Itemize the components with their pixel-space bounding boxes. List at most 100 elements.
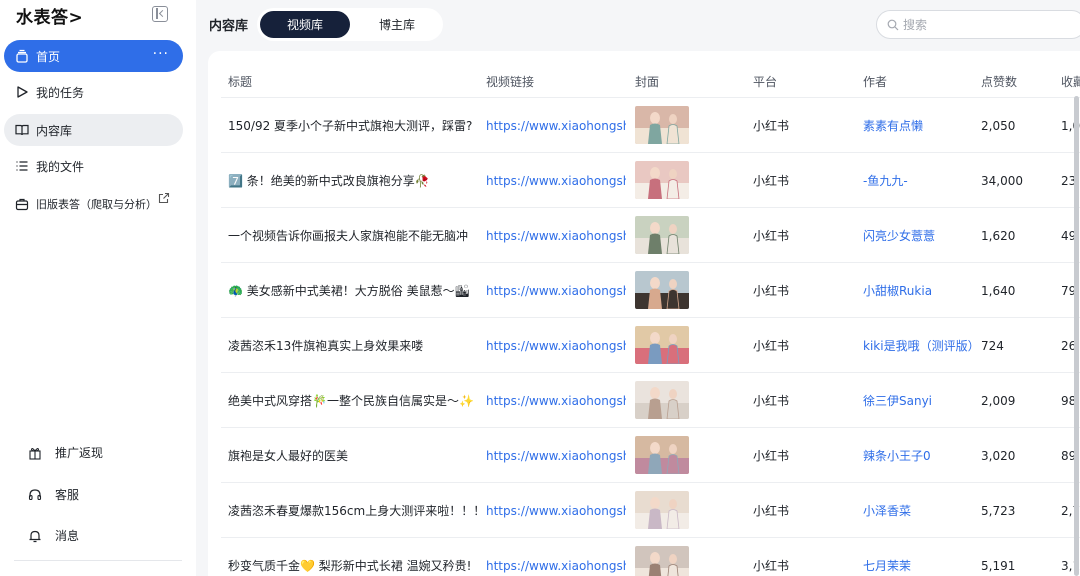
sidebar-item-label: 内容库	[36, 123, 73, 138]
cell-title[interactable]: 旗袍是女人最好的医美	[228, 428, 478, 483]
cell-author[interactable]: 闪亮少女薏薏	[863, 208, 975, 263]
column-header-author[interactable]: 作者	[863, 73, 887, 90]
cell-likes: 3,020	[981, 448, 1016, 463]
cell-likes: 2,009	[981, 393, 1016, 408]
column-header-title[interactable]: 标题	[228, 73, 252, 90]
sidebar-item-label: 客服	[55, 488, 80, 502]
sidebar-item-messages[interactable]: 消息	[28, 527, 79, 544]
cell-platform: 小红书	[753, 559, 790, 573]
headset-icon	[28, 488, 42, 502]
column-header-likes[interactable]: 点赞数	[981, 73, 1017, 90]
search-input[interactable]	[903, 17, 1073, 32]
bell-icon	[28, 529, 42, 543]
cell-video-link[interactable]: https://www.xiaohongshu	[486, 428, 626, 483]
cell-author[interactable]: -鱼九九-	[863, 153, 975, 208]
home-icon	[15, 49, 29, 63]
cell-video-link[interactable]: https://www.xiaohongshu	[486, 153, 626, 208]
cell-video-link[interactable]: https://www.xiaohongshu	[486, 483, 626, 538]
cell-platform: 小红书	[753, 229, 790, 243]
table-row[interactable]: 旗袍是女人最好的医美 https://www.xiaohongshu 小红书 辣条小王…	[221, 427, 1080, 482]
content-table: 标题 视频链接 封面 平台 作者 点赞数 收藏 150/92 夏季小个子新中式旗…	[208, 51, 1080, 576]
cell-platform: 小红书	[753, 119, 790, 133]
tab-blogger-library[interactable]: 博主库	[353, 11, 441, 38]
cell-author[interactable]: 小甜椒Rukia	[863, 263, 975, 318]
external-link-icon[interactable]	[158, 192, 170, 204]
page-title: 内容库	[209, 19, 249, 34]
cover-thumbnail[interactable]	[635, 546, 689, 576]
more-icon[interactable]: ···	[153, 46, 169, 62]
cell-title[interactable]: 绝美中式风穿搭🎋一整个民族自信属实是～✨	[228, 373, 478, 428]
cell-video-link[interactable]: https://www.xiaohongshu	[486, 318, 626, 373]
table-row[interactable]: 凌茜恣禾13件旗袍真实上身效果来喽 https://www.xiaohongshu…	[221, 317, 1080, 372]
column-header-cover[interactable]: 封面	[635, 73, 659, 90]
cover-thumbnail[interactable]	[635, 326, 689, 364]
search-icon	[887, 19, 899, 30]
cell-video-link[interactable]: https://www.xiaohongshu	[486, 208, 626, 263]
collapse-sidebar-icon[interactable]	[152, 6, 168, 22]
cell-platform: 小红书	[753, 449, 790, 463]
cell-likes: 5,191	[981, 558, 1016, 573]
tab-video-library[interactable]: 视频库	[260, 11, 350, 38]
cell-title[interactable]: 一个视频告诉你画报夫人家旗袍能不能无脑冲	[228, 208, 478, 263]
sidebar-item-content-library[interactable]: 内容库	[4, 114, 183, 146]
sidebar-item-legacy[interactable]: 旧版表答（爬取与分析）	[4, 188, 183, 220]
cell-author[interactable]: 徐三伊Sanyi	[863, 373, 975, 428]
sidebar-item-label: 推广返现	[55, 446, 104, 460]
sidebar: 水表答> 首页 ··· 我的任务 内容库 我的文件 旧版表答（爬取与分析） 推广…	[0, 0, 196, 576]
table-row[interactable]: 150/92 夏季小个子新中式旗袍大测评，踩雷? https://www.xiao…	[221, 97, 1080, 152]
cell-title[interactable]: 凌茜恣禾13件旗袍真实上身效果来喽	[228, 318, 478, 373]
cell-title[interactable]: 150/92 夏季小个子新中式旗袍大测评，踩雷?	[228, 98, 478, 153]
column-header-favorites[interactable]: 收藏	[1061, 73, 1080, 90]
table-scrollbar[interactable]	[1074, 96, 1079, 576]
table-row[interactable]: 凌茜恣禾春夏爆款156cm上身大测评来啦！！！ https://www.xiaoh…	[221, 482, 1080, 537]
cell-title[interactable]: 🦚 美女感新中式美裙！大方脱俗 美鼠惹～🏙	[228, 263, 478, 318]
table-row[interactable]: 一个视频告诉你画报夫人家旗袍能不能无脑冲 https://www.xiaohong…	[221, 207, 1080, 262]
library-tabs: 视频库 博主库	[257, 8, 443, 41]
sidebar-item-files[interactable]: 我的文件	[4, 150, 183, 182]
app-logo[interactable]: 水表答>	[16, 4, 83, 28]
table-row[interactable]: 绝美中式风穿搭🎋一整个民族自信属实是～✨ https://www.xiaohong…	[221, 372, 1080, 427]
sidebar-item-label: 我的文件	[36, 159, 85, 174]
cell-author[interactable]: 辣条小王子0	[863, 428, 975, 483]
cell-author[interactable]: 素素有点懒	[863, 98, 975, 153]
search-box[interactable]	[876, 10, 1080, 39]
table-row[interactable]: 🦚 美女感新中式美裙！大方脱俗 美鼠惹～🏙 https://www.xiaohon…	[221, 262, 1080, 317]
cover-thumbnail[interactable]	[635, 491, 689, 529]
table-header: 标题 视频链接 封面 平台 作者 点赞数 收藏	[208, 69, 1080, 93]
cell-likes: 5,723	[981, 503, 1016, 518]
cover-thumbnail[interactable]	[635, 106, 689, 144]
cover-thumbnail[interactable]	[635, 161, 689, 199]
cover-thumbnail[interactable]	[635, 381, 689, 419]
cell-likes: 34,000	[981, 173, 1023, 188]
sidebar-item-home[interactable]: 首页 ···	[4, 40, 183, 72]
sidebar-item-support[interactable]: 客服	[28, 486, 79, 503]
sidebar-item-referral[interactable]: 推广返现	[28, 444, 103, 461]
cover-thumbnail[interactable]	[635, 216, 689, 254]
cell-platform: 小红书	[753, 339, 790, 353]
cell-video-link[interactable]: https://www.xiaohongshu	[486, 538, 626, 576]
cell-video-link[interactable]: https://www.xiaohongshu	[486, 98, 626, 153]
cover-thumbnail[interactable]	[635, 271, 689, 309]
cell-author[interactable]: 七月茉茉	[863, 538, 975, 576]
book-icon	[15, 123, 29, 137]
cover-thumbnail[interactable]	[635, 436, 689, 474]
play-icon	[15, 85, 29, 99]
cell-title[interactable]: 凌茜恣禾春夏爆款156cm上身大测评来啦！！！	[228, 483, 478, 538]
table-row[interactable]: 秒变气质千金💛 梨形新中式长裙 温婉又矜贵! https://www.xiaoho…	[221, 537, 1080, 576]
cell-likes: 1,640	[981, 283, 1016, 298]
cell-author[interactable]: 小泽香菜	[863, 483, 975, 538]
cell-video-link[interactable]: https://www.xiaohongshu	[486, 373, 626, 428]
cell-title[interactable]: 7️⃣ 条！绝美的新中式改良旗袍分享🥀	[228, 153, 478, 208]
column-header-platform[interactable]: 平台	[753, 73, 777, 90]
cell-platform: 小红书	[753, 394, 790, 408]
column-header-link[interactable]: 视频链接	[486, 73, 534, 90]
briefcase-icon	[15, 197, 29, 211]
table-row[interactable]: 7️⃣ 条！绝美的新中式改良旗袍分享🥀 https://www.xiaohongs…	[221, 152, 1080, 207]
sidebar-item-tasks[interactable]: 我的任务	[4, 76, 183, 108]
cell-author[interactable]: kiki是我哦（测评版）	[863, 318, 975, 373]
sidebar-item-label: 我的任务	[36, 85, 85, 100]
cell-video-link[interactable]: https://www.xiaohongshu	[486, 263, 626, 318]
sidebar-item-label: 旧版表答（爬取与分析）	[36, 198, 157, 211]
list-icon	[15, 159, 29, 173]
cell-title[interactable]: 秒变气质千金💛 梨形新中式长裙 温婉又矜贵!	[228, 538, 478, 576]
